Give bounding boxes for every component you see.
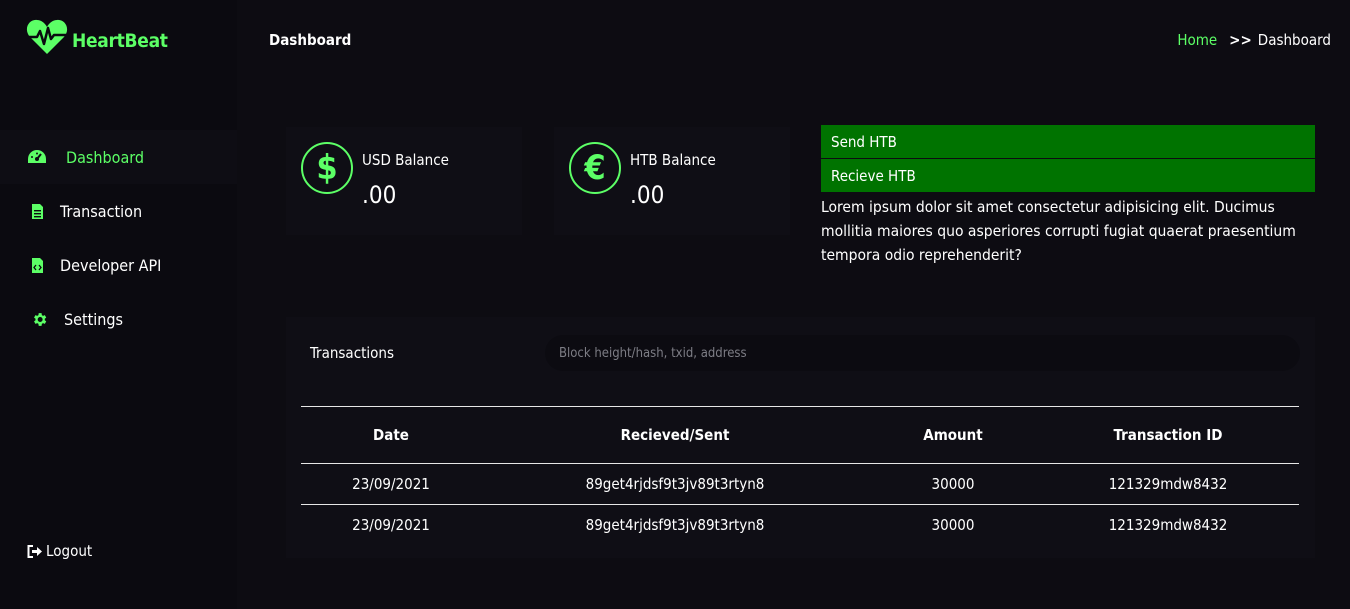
sidebar: HeartBeat Dashboard Transaction Develope… — [0, 0, 237, 609]
usd-balance-card: $ USD Balance .00 — [286, 127, 522, 235]
cell-received-sent: 89get4rjdsf9t3jv89t3rtyn8 — [585, 516, 765, 535]
table-row[interactable]: 23/09/2021 89get4rjdsf9t3jv89t3rtyn8 300… — [301, 505, 1299, 546]
dollar-icon: $ — [301, 142, 353, 194]
htb-balance-value: .00 — [630, 181, 665, 209]
receive-htb-button[interactable]: Recieve HTB — [821, 159, 1315, 193]
speedometer-icon — [26, 146, 48, 168]
breadcrumb-home-link[interactable]: Home — [1177, 31, 1217, 49]
sidebar-item-transaction[interactable]: Transaction — [0, 184, 237, 238]
actions-description: Lorem ipsum dolor sit amet consectetur a… — [821, 198, 1296, 264]
breadcrumb-separator: >> — [1229, 31, 1252, 49]
sidebar-item-settings[interactable]: Settings — [0, 292, 237, 346]
sidebar-nav: Dashboard Transaction Developer API Sett… — [0, 130, 237, 346]
sidebar-item-label: Dashboard — [66, 147, 145, 167]
cell-received-sent: 89get4rjdsf9t3jv89t3rtyn8 — [481, 463, 869, 505]
cell-amount: 30000 — [869, 463, 1037, 505]
transactions-table: Date Recieved/Sent Amount Transaction ID… — [301, 406, 1299, 546]
transactions-panel: Transactions Date Recieved/Sent Amount T… — [286, 317, 1315, 558]
transaction-search-input[interactable] — [545, 335, 1300, 371]
cell-transaction-id: 121329mdw8432 — [1108, 516, 1228, 535]
cell-transaction-id: 121329mdw8432 — [1037, 463, 1299, 505]
usd-balance-label: USD Balance — [362, 151, 449, 169]
usd-balance-value: .00 — [362, 181, 397, 209]
htb-balance-card: € HTB Balance .00 — [554, 127, 790, 235]
top-bar: Dashboard Home >> Dashboard — [237, 0, 1350, 80]
sign-out-icon — [26, 540, 44, 562]
htb-actions-panel: Send HTB Recieve HTB Lorem ipsum dolor s… — [821, 125, 1315, 267]
logout-button[interactable]: Logout — [26, 540, 92, 562]
sidebar-item-developer-api[interactable]: Developer API — [0, 238, 237, 292]
column-header-received-sent: Recieved/Sent — [481, 406, 869, 464]
send-htb-button[interactable]: Send HTB — [821, 125, 1315, 159]
breadcrumb: Home >> Dashboard — [1177, 31, 1331, 49]
code-file-icon — [26, 254, 48, 276]
htb-balance-label: HTB Balance — [630, 151, 716, 169]
table-header-row: Date Recieved/Sent Amount Transaction ID — [301, 406, 1299, 464]
breadcrumb-current: Dashboard — [1257, 31, 1331, 49]
sidebar-item-label: Transaction — [60, 201, 143, 221]
column-header-date: Date — [301, 406, 481, 464]
document-icon — [26, 200, 48, 222]
gear-icon — [28, 308, 50, 330]
sidebar-item-label: Developer API — [60, 255, 162, 275]
page-title: Dashboard — [269, 31, 352, 49]
sidebar-item-dashboard[interactable]: Dashboard — [0, 130, 237, 184]
logout-label: Logout — [46, 542, 93, 560]
column-header-transaction-id: Transaction ID — [1037, 406, 1299, 464]
euro-icon: € — [569, 142, 621, 194]
table-row[interactable]: 23/09/2021 89get4rjdsf9t3jv89t3rtyn8 300… — [301, 463, 1299, 505]
brand-logo[interactable]: HeartBeat — [26, 18, 168, 56]
brand-name: HeartBeat — [72, 30, 168, 52]
heart-pulse-icon — [26, 19, 68, 54]
column-header-amount: Amount — [869, 406, 1037, 464]
cell-amount: 30000 — [931, 516, 975, 535]
transactions-title: Transactions — [310, 344, 395, 362]
cell-date: 23/09/2021 — [301, 463, 481, 505]
cell-date: 23/09/2021 — [352, 516, 430, 535]
sidebar-item-label: Settings — [64, 309, 124, 329]
